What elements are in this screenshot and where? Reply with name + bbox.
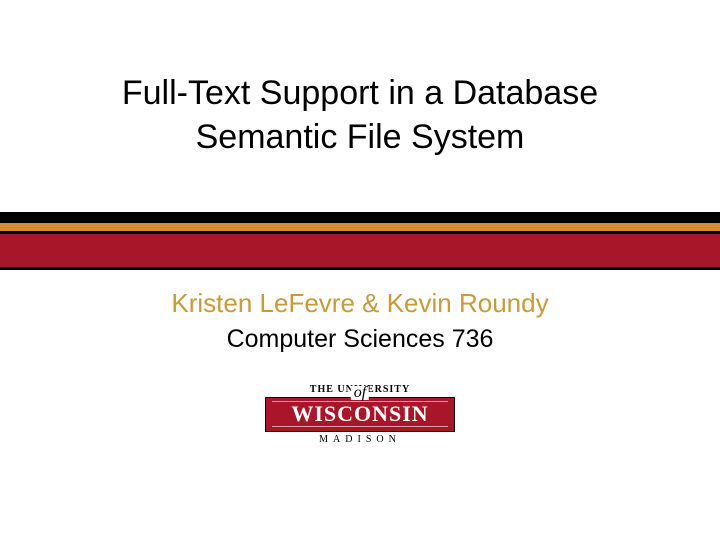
logo-madison-text: MADISON xyxy=(265,434,455,445)
logo-rule-top xyxy=(272,401,448,402)
authors-text: Kristen LeFevre & Kevin Roundy xyxy=(0,288,720,319)
logo-wisconsin-text: WISCONSIN xyxy=(272,403,448,425)
subtitle-block: Kristen LeFevre & Kevin Roundy Computer … xyxy=(0,288,720,354)
title-line-2: Semantic File System xyxy=(0,116,720,160)
course-text: Computer Sciences 736 xyxy=(0,325,720,354)
stripe-black-thin-2 xyxy=(0,267,720,270)
uw-logo: THE UNIVERSITY of WISCONSIN MADISON xyxy=(265,384,455,445)
title-line-1: Full-Text Support in a Database xyxy=(0,72,720,116)
stripe-orange xyxy=(0,223,720,231)
slide-title: Full-Text Support in a Database Semantic… xyxy=(0,72,720,159)
stripe-black-top xyxy=(0,212,720,223)
logo-plate: of WISCONSIN xyxy=(265,397,455,432)
stripe-red xyxy=(0,234,720,267)
divider-bar xyxy=(0,212,720,270)
logo-rule-bottom xyxy=(272,426,448,427)
logo-of-text: of xyxy=(351,386,369,400)
